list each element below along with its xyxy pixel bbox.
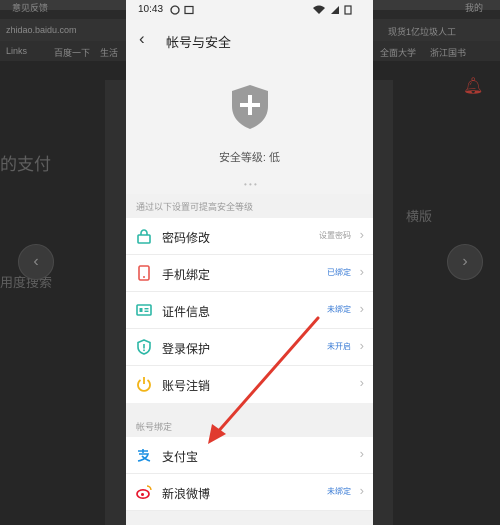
- right-card: [373, 80, 393, 525]
- wifi-icon: [313, 5, 325, 14]
- left-card: [105, 80, 127, 525]
- tab-title-right[interactable]: 我的: [465, 1, 483, 14]
- row-label: 登录保护: [162, 342, 211, 356]
- phone-screen: 10:43 ‹ 帐号与安全 安全等级: 低 • • • 通过以下设置可提高安全等…: [126, 0, 373, 525]
- id-card-icon: [136, 304, 152, 316]
- lock-icon: [137, 229, 151, 244]
- hint-text: 通过以下设置可提高安全等级: [136, 202, 254, 212]
- shield-check-icon: [137, 339, 151, 355]
- carousel-prev-button[interactable]: ‹: [18, 244, 54, 280]
- search-right-text: 现货1亿垃圾人工: [388, 27, 457, 37]
- chevron-right-icon: ›: [359, 264, 364, 279]
- row-phone-binding[interactable]: 手机绑定 已绑定 ›: [126, 255, 373, 292]
- navigation-bar: ‹ 帐号与安全: [126, 22, 373, 58]
- page-left-heading: 的支付: [0, 155, 51, 174]
- chevron-left-icon: ‹: [33, 253, 39, 270]
- security-summary: 安全等级: 低 • • •: [126, 58, 373, 194]
- hint-section: 通过以下设置可提高安全等级: [126, 194, 373, 218]
- carousel-next-button[interactable]: ›: [447, 244, 483, 280]
- row-label: 支付宝: [162, 450, 199, 464]
- status-bar: 10:43: [126, 0, 373, 22]
- row-login-protection[interactable]: 登录保护 未开启 ›: [126, 329, 373, 366]
- bookmark-item-right[interactable]: 浙江国书: [430, 46, 466, 59]
- bookmark-item[interactable]: 百度一下: [54, 46, 90, 59]
- chevron-right-icon: ›: [359, 338, 364, 353]
- chevron-right-icon: ›: [359, 301, 364, 316]
- row-status: 设置密码: [319, 231, 351, 240]
- row-status: 未绑定: [327, 487, 351, 496]
- row-account-cancellation[interactable]: 账号注销 ›: [126, 366, 373, 403]
- power-icon: [137, 377, 151, 392]
- chevron-right-icon: ›: [359, 227, 364, 242]
- weibo-icon: [136, 485, 152, 499]
- row-label: 账号注销: [162, 379, 211, 393]
- bookmark-links[interactable]: Links: [6, 46, 27, 56]
- phone-icon: [138, 265, 150, 281]
- notification-icon: [170, 5, 180, 15]
- chevron-right-icon: ›: [359, 446, 364, 461]
- page-right-text: 横版: [406, 209, 433, 224]
- pager-dots: • • •: [244, 180, 257, 189]
- page-title: 帐号与安全: [166, 35, 232, 50]
- security-level: 安全等级: 低: [218, 152, 281, 164]
- row-status: 已绑定: [327, 268, 351, 277]
- status-time: 10:43: [138, 4, 164, 15]
- row-label: 新浪微博: [162, 487, 211, 501]
- chevron-right-icon: ›: [359, 375, 364, 390]
- shield-plus-icon: [232, 85, 268, 129]
- battery-icon: [344, 5, 352, 15]
- binding-section-title: 帐号绑定: [136, 422, 173, 432]
- bell-icon[interactable]: 🔔︎: [463, 76, 483, 96]
- chevron-right-icon: ›: [462, 253, 468, 270]
- row-label: 证件信息: [162, 305, 211, 319]
- row-status: 未绑定: [327, 305, 351, 314]
- row-alipay[interactable]: 支付宝 ›: [126, 437, 373, 474]
- bookmark-item-right[interactable]: 全面大学: [380, 46, 416, 59]
- tab-title-left[interactable]: 意见反馈: [12, 1, 48, 14]
- url-text[interactable]: zhidao.baidu.com: [6, 25, 77, 35]
- row-password-change[interactable]: 密码修改 设置密码 ›: [126, 218, 373, 255]
- image-icon: [184, 5, 194, 15]
- bookmark-item[interactable]: 生活: [100, 46, 118, 59]
- alipay-icon: [137, 449, 151, 462]
- list-footer: [126, 511, 373, 525]
- signal-icon: [331, 6, 339, 14]
- row-status: 未开启: [327, 342, 351, 351]
- row-label: 密码修改: [162, 231, 211, 245]
- row-id-info[interactable]: 证件信息 未绑定 ›: [126, 292, 373, 329]
- binding-section: 帐号绑定: [126, 403, 373, 437]
- row-label: 手机绑定: [162, 268, 211, 282]
- row-weibo[interactable]: 新浪微博 未绑定 ›: [126, 474, 373, 511]
- back-button[interactable]: ‹: [139, 29, 145, 49]
- chevron-right-icon: ›: [359, 483, 364, 498]
